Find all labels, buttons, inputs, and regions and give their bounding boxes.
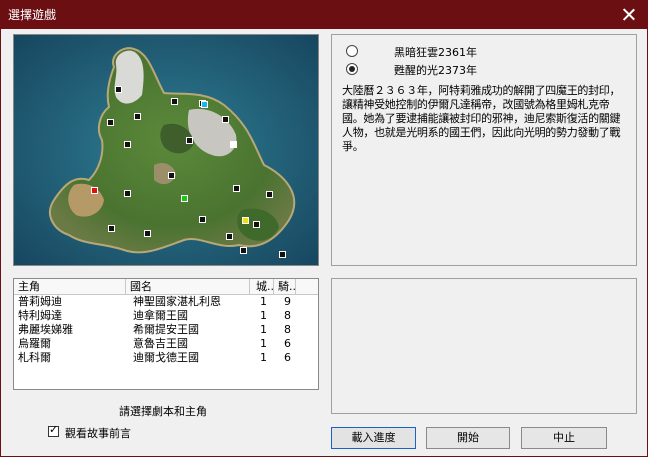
knight-count-cell: 9 <box>284 295 291 308</box>
window-title: 選擇遊戲 <box>8 8 57 22</box>
scenario-panel: 黑暗狂雲2361年 甦醒的光2373年 大陸曆２３６３年，阿特莉雅成功的解開了四… <box>331 34 637 266</box>
city-marker[interactable] <box>171 98 178 105</box>
hero-row[interactable]: 札科爾 迪爾戈德王國 1 6 <box>14 351 318 365</box>
castle-count-cell: 1 <box>260 323 267 336</box>
knight-count-cell: 6 <box>284 337 291 350</box>
city-marker[interactable] <box>201 101 208 108</box>
column-header-castles[interactable]: 城... <box>250 279 274 294</box>
castle-count-cell: 1 <box>260 309 267 322</box>
hero-name-cell: 札科爾 <box>18 351 51 364</box>
close-icon[interactable] <box>619 5 639 25</box>
load-progress-button[interactable]: 載入進度 <box>331 427 416 449</box>
radio-circle-icon <box>346 45 358 57</box>
title-bar: 選擇遊戲 <box>1 1 647 29</box>
nation-name-cell: 意魯吉王國 <box>133 337 188 350</box>
hero-name-cell: 普莉姆迪 <box>18 295 62 308</box>
hero-name-cell: 特利姆達 <box>18 309 62 322</box>
knight-count-cell: 8 <box>284 309 291 322</box>
hero-name-cell: 烏羅爾 <box>18 337 51 350</box>
city-marker[interactable] <box>279 251 286 258</box>
hero-row[interactable]: 烏羅爾 意魯吉王國 1 6 <box>14 337 318 351</box>
city-marker[interactable] <box>226 233 233 240</box>
selection-hint: 請選擇劇本和主角 <box>119 405 207 418</box>
scenario-radio-1[interactable] <box>346 45 358 57</box>
castle-count-cell: 1 <box>260 295 267 308</box>
nation-name-cell: 神聖國家湛札利恩 <box>133 295 221 308</box>
radio-selected-dot-icon <box>349 66 355 72</box>
scenario-radio-2[interactable] <box>346 63 358 75</box>
city-marker[interactable] <box>199 216 206 223</box>
watch-prologue-label[interactable]: 觀看故事前言 <box>65 425 131 441</box>
nation-name-cell: 希爾提安王國 <box>133 323 199 336</box>
city-marker[interactable] <box>108 225 115 232</box>
quit-button[interactable]: 中止 <box>521 427 607 449</box>
start-button[interactable]: 開始 <box>426 427 510 449</box>
column-header-hero[interactable]: 主角 <box>14 279 126 294</box>
city-marker[interactable] <box>266 191 273 198</box>
watch-prologue-checkbox[interactable] <box>48 423 59 437</box>
hero-row[interactable]: 普莉姆迪 神聖國家湛札利恩 1 9 <box>14 295 318 309</box>
knight-count-cell: 6 <box>284 351 291 364</box>
city-marker[interactable] <box>222 116 229 123</box>
hero-detail-panel <box>331 278 637 414</box>
select-game-window: 選擇遊戲 黑暗狂雲2361年 甦醒的光2373年 大陸曆２３６３年，阿特莉雅成功… <box>0 0 648 457</box>
city-marker[interactable] <box>124 190 131 197</box>
city-marker[interactable] <box>91 187 98 194</box>
hero-name-cell: 弗麗埃娣雅 <box>18 323 73 336</box>
nation-name-cell: 迪拿爾王國 <box>133 309 188 322</box>
hero-list[interactable]: 主角 國名 城... 騎... 普莉姆迪 神聖國家湛札利恩 1 9 特利姆達 迪拿爾王國 1… <box>13 278 319 390</box>
city-marker[interactable] <box>124 141 131 148</box>
city-marker[interactable] <box>115 86 122 93</box>
city-marker[interactable] <box>230 141 237 148</box>
city-marker[interactable] <box>242 217 249 224</box>
nation-name-cell: 迪爾戈德王國 <box>133 351 199 364</box>
hero-row[interactable]: 弗麗埃娣雅 希爾提安王國 1 8 <box>14 323 318 337</box>
map-terrain <box>14 35 318 265</box>
city-marker[interactable] <box>144 230 151 237</box>
scenario-description: 大陸曆２３６３年，阿特莉雅成功的解開了四魔王的封印，讓精神受她控制的伊爾凡達稱帝… <box>342 84 621 153</box>
city-marker[interactable] <box>168 172 175 179</box>
city-marker[interactable] <box>186 137 193 144</box>
world-map[interactable] <box>13 34 319 266</box>
city-marker[interactable] <box>134 113 141 120</box>
scenario-label-2[interactable]: 甦醒的光2373年 <box>394 62 477 78</box>
knight-count-cell: 8 <box>284 323 291 336</box>
castle-count-cell: 1 <box>260 351 267 364</box>
city-marker[interactable] <box>181 195 188 202</box>
city-marker[interactable] <box>240 247 247 254</box>
city-marker[interactable] <box>107 119 114 126</box>
hero-list-header: 主角 國名 城... 騎... <box>14 279 318 295</box>
hero-row[interactable]: 特利姆達 迪拿爾王國 1 8 <box>14 309 318 323</box>
column-header-nation[interactable]: 國名 <box>126 279 250 294</box>
column-header-knights[interactable]: 騎... <box>274 279 296 294</box>
castle-count-cell: 1 <box>260 337 267 350</box>
scenario-label-1[interactable]: 黑暗狂雲2361年 <box>394 44 477 60</box>
city-marker[interactable] <box>233 185 240 192</box>
city-marker[interactable] <box>253 221 260 228</box>
